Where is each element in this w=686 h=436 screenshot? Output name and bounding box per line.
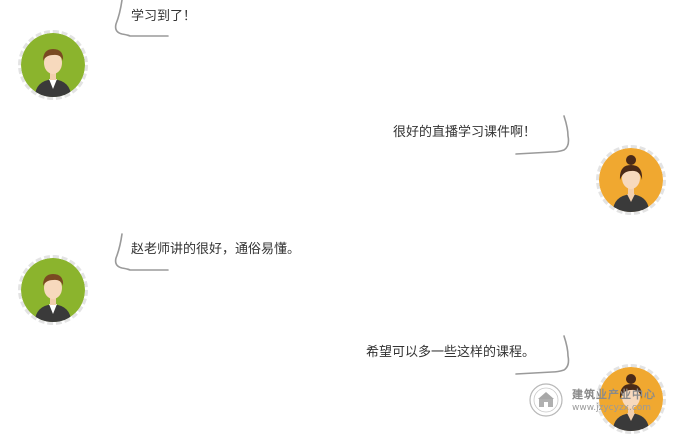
watermark: 建筑业产业中心 www.jzycyzx.com <box>528 382 678 422</box>
message-text: 学习到了！ <box>131 9 197 24</box>
male-avatar-icon[interactable] <box>18 255 88 325</box>
message-text: 赵老师讲的很好，通俗易懂。 <box>131 242 301 257</box>
watermark-title: 建筑业产业中心 <box>572 388 656 401</box>
message-text: 希望可以多一些这样的课程。 <box>366 345 536 360</box>
watermark-logo-icon <box>529 383 563 417</box>
male-avatar-icon[interactable] <box>18 30 88 100</box>
chat-thread: 学习到了！ 很好的直播学习课件啊！ 赵老师讲的很好，通俗易懂。 希望可以多一些这… <box>0 0 686 436</box>
female-avatar-icon[interactable] <box>596 145 666 215</box>
speech-bubble-tail-icon <box>515 335 570 375</box>
watermark-url: www.jzycyzx.com <box>572 403 652 413</box>
speech-bubble-tail-icon <box>515 115 570 155</box>
